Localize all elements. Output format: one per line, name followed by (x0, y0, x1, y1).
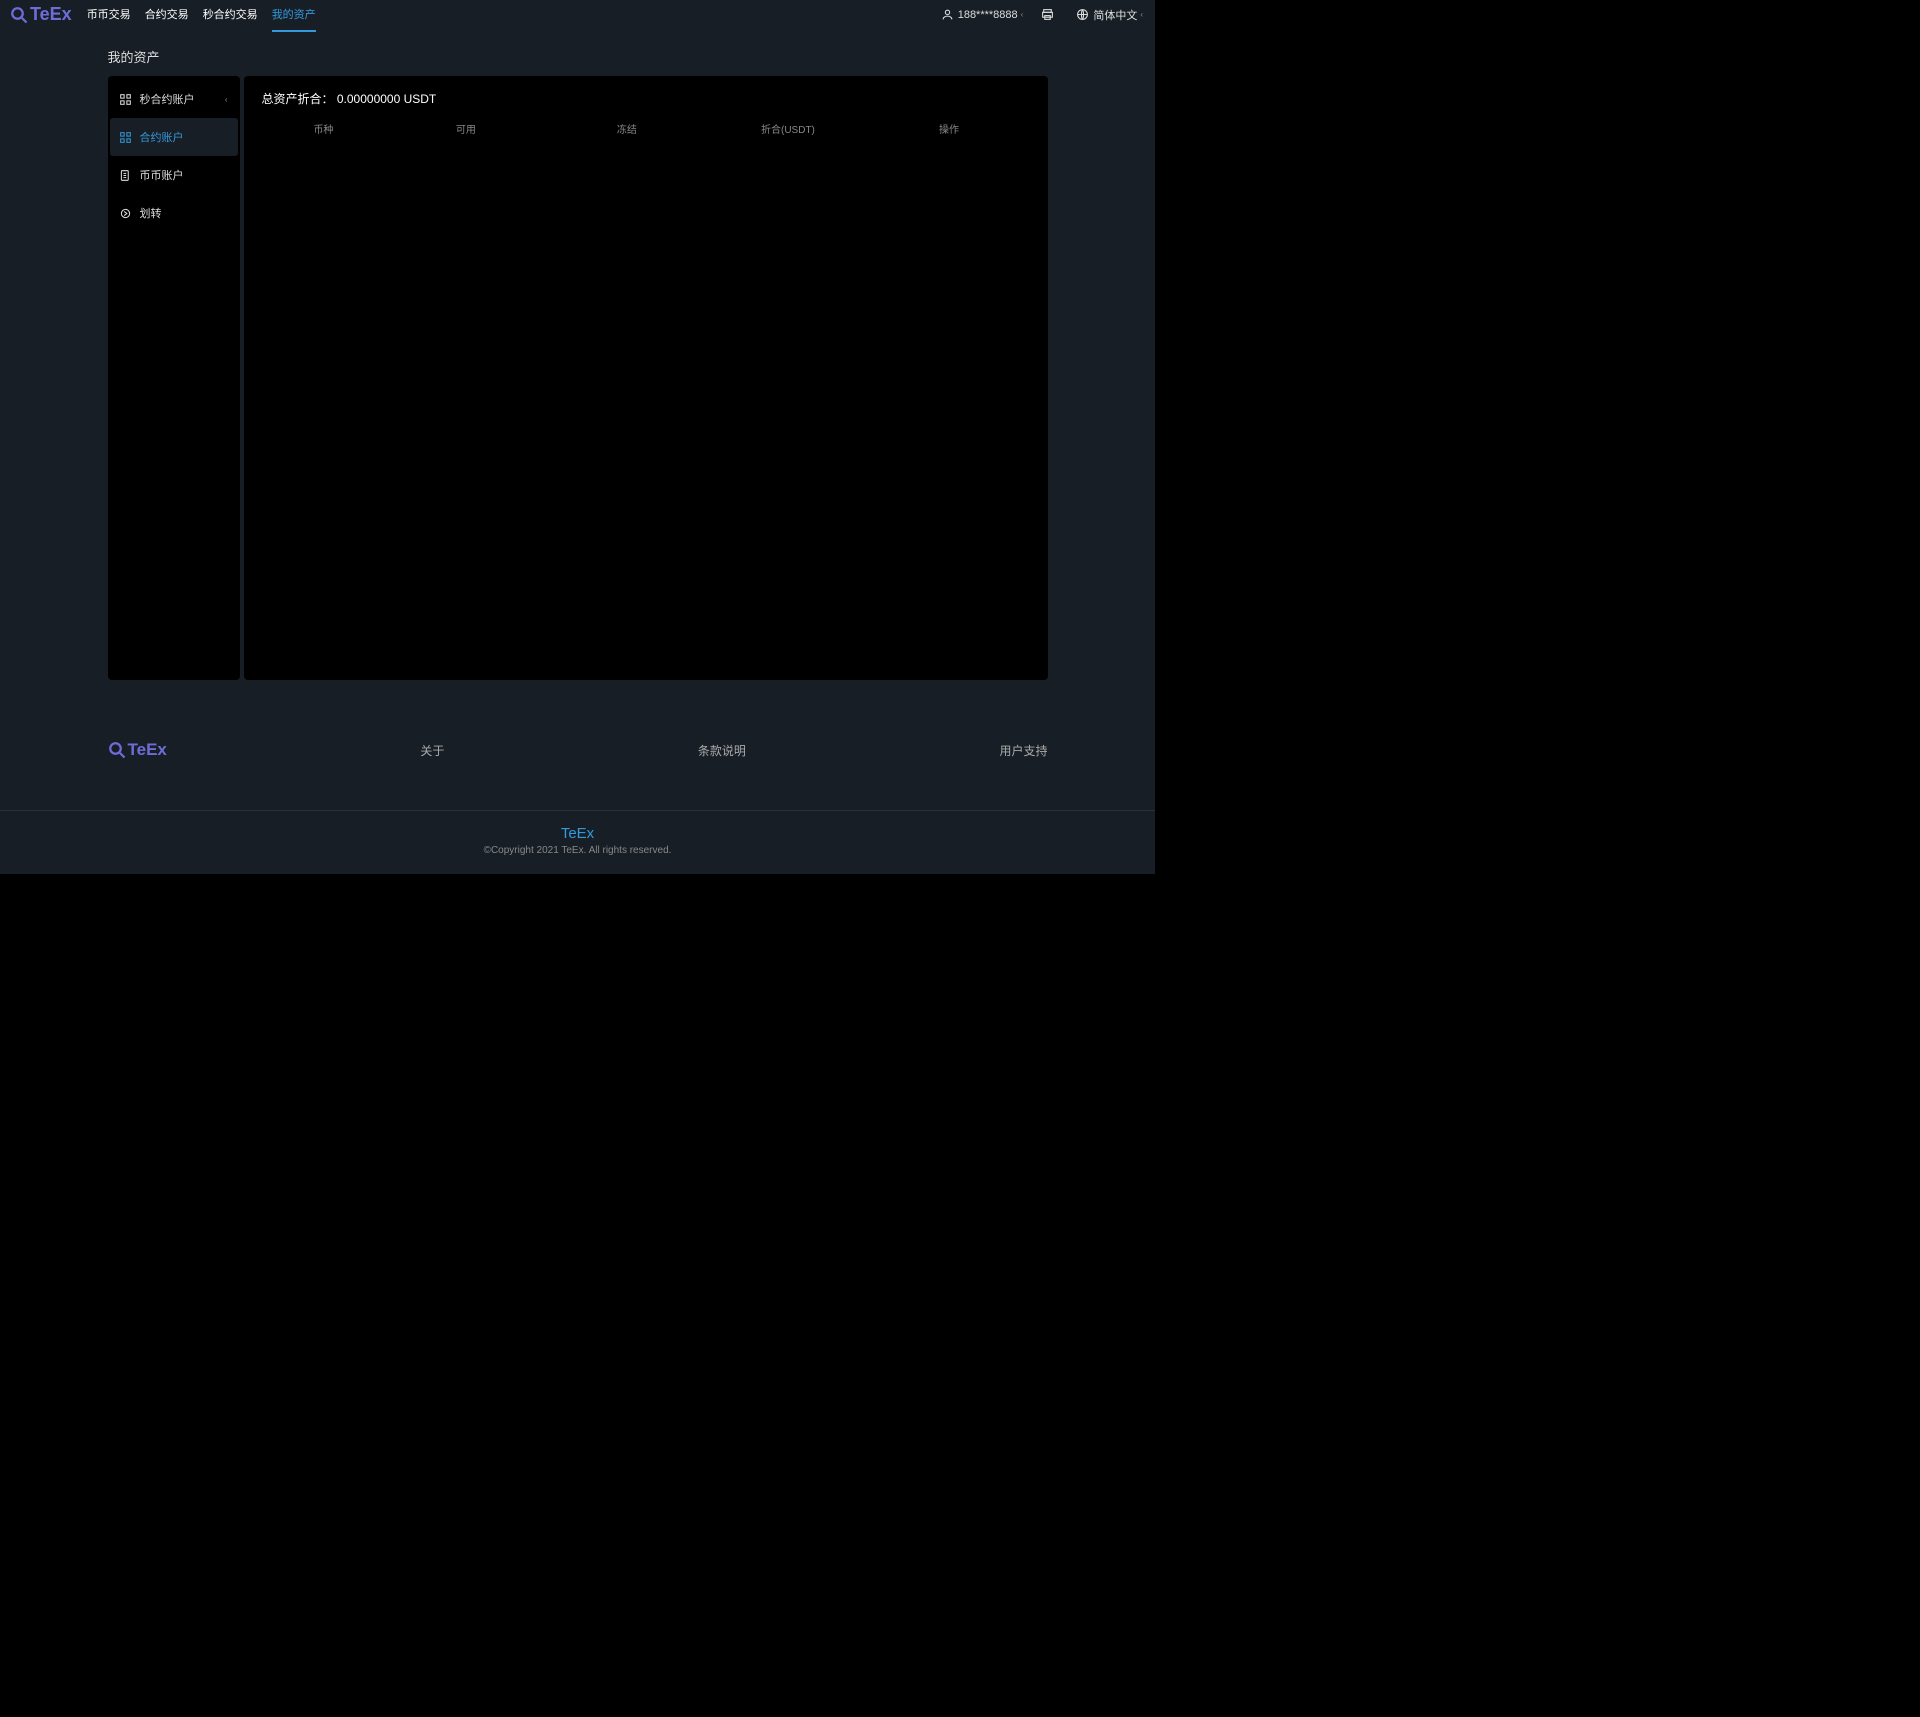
table-header: 币种 可用 冻结 折合(USDT) 操作 (262, 121, 1030, 136)
search-logo-icon (108, 741, 126, 759)
grid-icon (120, 131, 132, 143)
nav-spot-trade[interactable]: 币币交易 (87, 0, 131, 32)
chevron-down-icon: ‹ (1140, 10, 1143, 19)
nav-links: 币币交易 合约交易 秒合约交易 我的资产 (87, 0, 316, 32)
sidebar-item-second-contract-account[interactable]: 秒合约账户 ‹ (110, 80, 238, 118)
total-assets: 总资产折合： 0.00000000 USDT (262, 90, 1030, 107)
footer-logo[interactable]: TeEx (108, 740, 167, 760)
footer-bottom: TeEx ©Copyright 2021 TeEx. All rights re… (0, 810, 1155, 874)
chevron-down-icon: ‹ (1021, 10, 1024, 19)
footer-logo-text: TeEx (128, 740, 167, 760)
user-menu[interactable]: 188****8888 ‹ (941, 8, 1024, 21)
grid-icon (120, 93, 132, 105)
sidebar: 秒合约账户 ‹ 合约账户 (108, 76, 240, 680)
sidebar-item-transfer[interactable]: 划转 (110, 194, 238, 232)
header-bar: TeEx 币币交易 合约交易 秒合约交易 我的资产 188****8888 ‹ (0, 0, 1155, 29)
col-header-available: 可用 (385, 121, 546, 136)
total-assets-value: 0.00000000 USDT (337, 92, 436, 106)
main-panel: 总资产折合： 0.00000000 USDT 币种 可用 冻结 折合(USDT)… (244, 76, 1048, 680)
chevron-down-icon: ‹ (225, 95, 228, 104)
col-header-coin: 币种 (262, 121, 386, 136)
col-header-operation: 操作 (868, 121, 1029, 136)
footer-link-about[interactable]: 关于 (420, 742, 444, 759)
footer-links: TeEx 关于 条款说明 用户支持 (108, 710, 1048, 810)
col-header-frozen: 冻结 (546, 121, 707, 136)
sidebar-item-label: 币币账户 (140, 167, 184, 183)
nav-second-contract-trade[interactable]: 秒合约交易 (203, 0, 258, 32)
doc-icon (120, 169, 132, 181)
user-label: 188****8888 (958, 9, 1018, 21)
page-title: 我的资产 (108, 47, 1048, 66)
logo-text: TeEx (30, 4, 72, 25)
footer-copyright: ©Copyright 2021 TeEx. All rights reserve… (0, 845, 1155, 856)
sidebar-item-label: 秒合约账户 (140, 91, 195, 107)
footer-link-terms[interactable]: 条款说明 (698, 742, 746, 759)
language-label: 简体中文 (1093, 7, 1137, 23)
language-selector[interactable]: 简体中文 ‹ (1076, 7, 1143, 23)
user-icon (941, 8, 954, 21)
logo[interactable]: TeEx (10, 4, 72, 25)
sidebar-item-contract-account[interactable]: 合约账户 (110, 118, 238, 156)
sidebar-item-label: 划转 (140, 205, 162, 221)
footer-brand: TeEx (0, 825, 1155, 842)
col-header-converted: 折合(USDT) (707, 121, 868, 136)
nav-my-assets[interactable]: 我的资产 (272, 0, 316, 32)
sidebar-item-label: 合约账户 (140, 129, 184, 145)
print-button[interactable] (1041, 8, 1058, 21)
footer-link-support[interactable]: 用户支持 (999, 742, 1047, 759)
sidebar-item-coin-account[interactable]: 币币账户 (110, 156, 238, 194)
total-assets-label: 总资产折合： (262, 92, 334, 106)
globe-icon (1076, 8, 1089, 21)
search-logo-icon (10, 6, 28, 24)
transfer-icon (120, 207, 132, 219)
printer-icon (1041, 8, 1054, 21)
nav-contract-trade[interactable]: 合约交易 (145, 0, 189, 32)
